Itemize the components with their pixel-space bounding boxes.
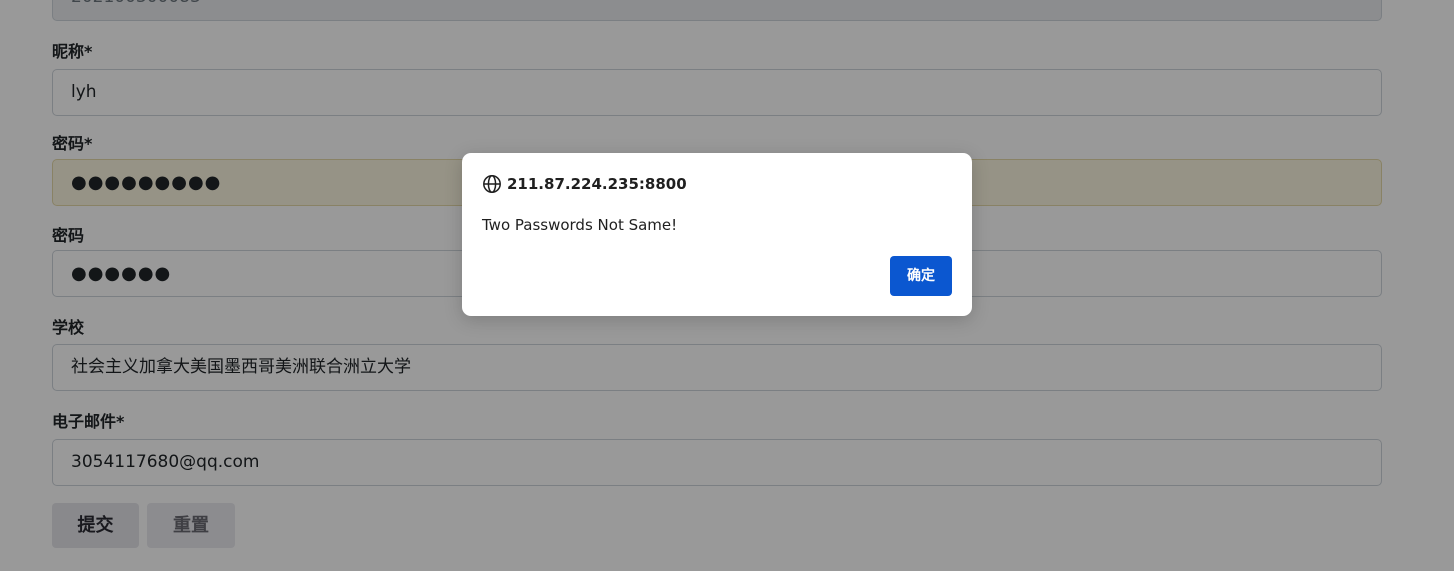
alert-dialog: 211.87.224.235:8800 Two Passwords Not Sa… [462,153,972,316]
dialog-message: Two Passwords Not Same! [482,216,678,234]
dialog-header: 211.87.224.235:8800 [482,173,687,195]
ok-button[interactable]: 确定 [890,256,952,296]
dialog-origin: 211.87.224.235:8800 [507,175,687,193]
globe-icon [482,174,502,194]
